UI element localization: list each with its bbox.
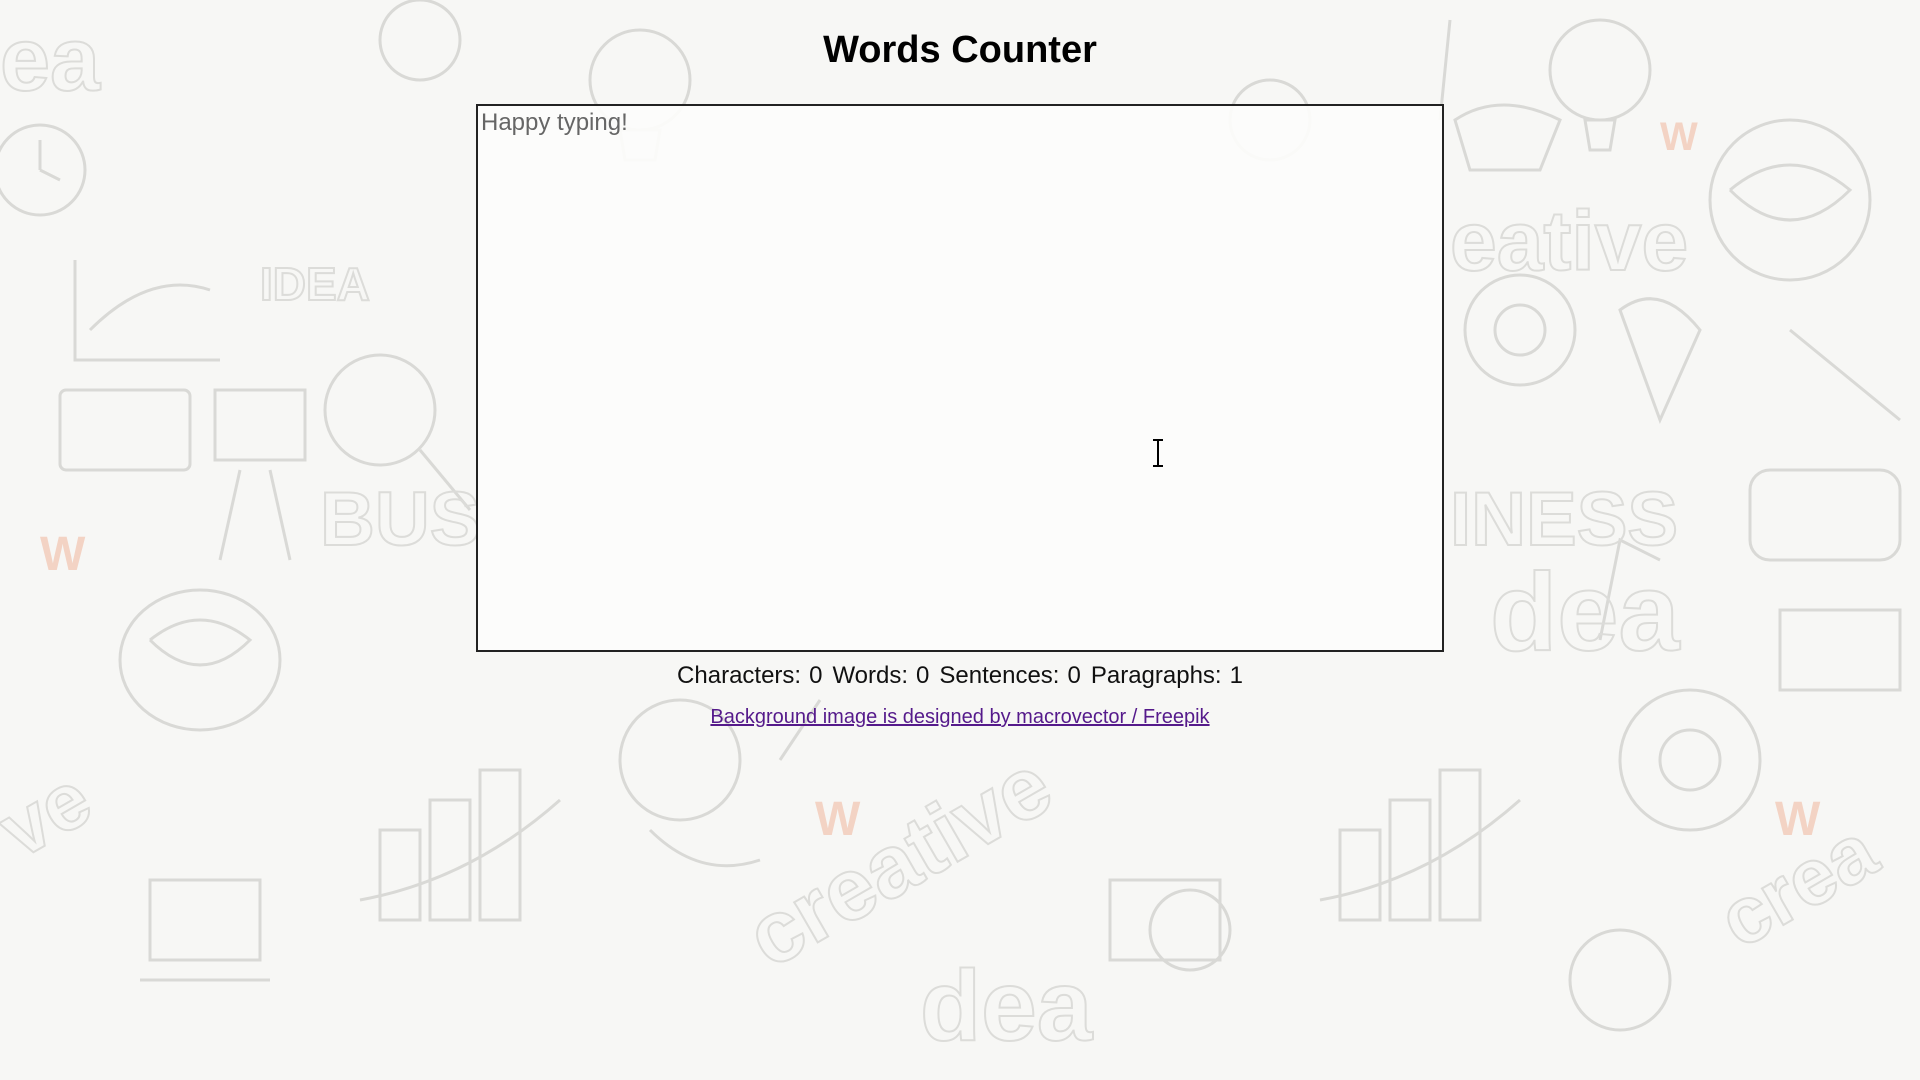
stats-bar: Characters: 0 Words: 0 Sentences: 0 Para… [677,660,1243,692]
words-stat: Words: 0 [832,660,929,692]
svg-text:dea: dea [920,950,1094,1062]
svg-text:W: W [1775,793,1821,846]
svg-text:ve: ve [0,753,106,875]
characters-label: Characters: [677,662,802,689]
sentences-stat: Sentences: 0 [939,660,1080,692]
characters-count: 0 [809,662,823,689]
text-cursor-icon [1151,439,1165,467]
paragraphs-count: 1 [1229,662,1243,689]
main-content: Words Counter Characters: 0 Words: 0 Sen… [0,0,1920,729]
paragraphs-label: Paragraphs: [1090,662,1222,689]
svg-text:W: W [815,793,861,846]
background-credit-link[interactable]: Background image is designed by macrovec… [710,706,1209,729]
words-count: 0 [916,662,930,689]
characters-stat: Characters: 0 [677,660,822,692]
text-input-area[interactable] [476,104,1444,652]
svg-text:creative: creative [730,734,1068,986]
paragraphs-stat: Paragraphs: 1 [1091,660,1243,692]
sentences-count: 0 [1067,662,1081,689]
sentences-label: Sentences: [939,662,1060,689]
page-title: Words Counter [823,29,1097,71]
words-label: Words: [832,662,909,689]
